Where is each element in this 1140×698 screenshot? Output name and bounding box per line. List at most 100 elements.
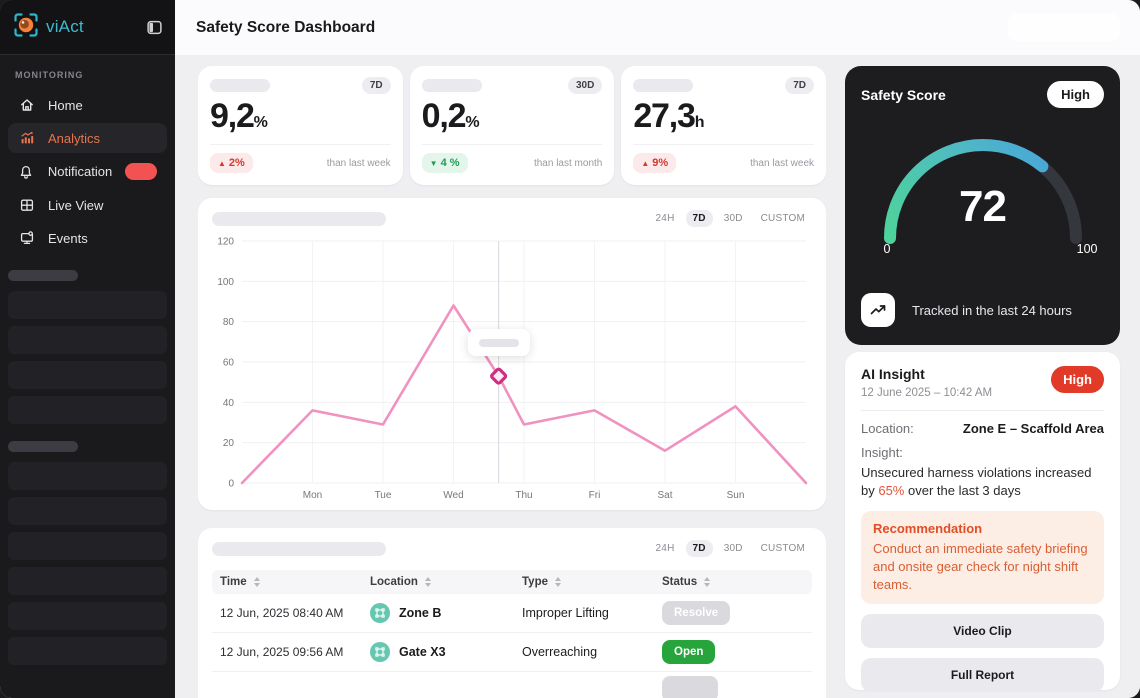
grid-icon — [18, 197, 35, 213]
period-badge[interactable]: 30D — [567, 77, 603, 94]
delta-badge: ▲ 9% — [633, 153, 677, 174]
skeleton-section-label — [8, 270, 78, 281]
tracked-caption: Tracked in the last 24 hours — [912, 302, 1072, 318]
period-badge[interactable]: 7D — [785, 77, 815, 94]
range-tab-custom[interactable]: CUSTOM — [754, 210, 812, 227]
gauge-min-label: 0 — [883, 242, 891, 256]
safety-trend-chart[interactable]: 0 20 40 60 80 100 120 Mon Tue Wed Thu Fri Sat Sun — [212, 233, 812, 510]
bell-icon — [18, 164, 35, 180]
insight-title: AI Insight — [861, 366, 925, 382]
svg-text:60: 60 — [223, 358, 235, 369]
main-area: Safety Score Dashboard 7D 9,2% ▲ 2% than… — [175, 0, 1140, 698]
right-column: Safety Score High 72 0 100 Tracked in th… — [845, 66, 1120, 698]
events-table-card: 24H 7D 30D CUSTOM Time Location Type Sta… — [198, 528, 826, 698]
skeleton-row — [8, 567, 167, 595]
event-type: Overreaching — [522, 645, 598, 659]
range-tab-7d[interactable]: 7D — [685, 210, 713, 227]
score-value: 72 — [959, 182, 1007, 231]
skeleton-row — [8, 532, 167, 560]
trending-up-icon — [861, 293, 895, 327]
app-window: viAct MONITORING Home Analytics Notifica… — [0, 0, 1140, 698]
event-time: 12 Jun, 2025 09:56 AM — [220, 645, 344, 659]
sort-icon[interactable] — [555, 577, 561, 587]
skeleton-row — [8, 637, 167, 665]
sidebar-collapse-icon[interactable] — [146, 19, 163, 36]
left-column: 7D 9,2% ▲ 2% than last week 30D 0,2% ▼ 4… — [198, 66, 826, 698]
recommendation-title: Recommendation — [873, 520, 983, 536]
skeleton-section-label — [8, 441, 78, 452]
svg-text:Fri: Fri — [589, 490, 601, 501]
skeleton-row — [8, 602, 167, 630]
sidebar-item-home[interactable]: Home — [8, 90, 167, 120]
range-tab-30d[interactable]: 30D — [717, 540, 750, 557]
compare-label: than last week — [750, 157, 815, 169]
video-clip-button[interactable]: Video Clip — [861, 614, 1104, 649]
svg-text:40: 40 — [223, 398, 235, 409]
column-header-status[interactable]: Status — [662, 576, 804, 588]
sidebar-item-analytics[interactable]: Analytics — [8, 123, 167, 153]
skeleton-row — [8, 326, 167, 354]
range-tab-custom[interactable]: CUSTOM — [754, 540, 812, 557]
svg-text:80: 80 — [223, 317, 235, 328]
sidebar-header: viAct — [0, 0, 175, 55]
event-location: Zone B — [370, 603, 522, 623]
skeleton-row — [8, 291, 167, 319]
insight-label: Insight: — [861, 445, 903, 460]
kpi-value: 0,2% — [421, 97, 480, 135]
brand-name: viAct — [46, 17, 84, 36]
skeleton-row — [8, 497, 167, 525]
kpi-row: 7D 9,2% ▲ 2% than last week 30D 0,2% ▼ 4… — [198, 66, 826, 185]
skeleton-row — [8, 396, 167, 424]
ai-insight-card: AI Insight 12 June 2025 – 10:42 AM High … — [845, 352, 1120, 693]
home-icon — [18, 97, 35, 113]
sort-icon[interactable] — [704, 577, 711, 587]
column-header-location[interactable]: Location — [370, 576, 522, 588]
severity-badge: High — [1051, 366, 1104, 393]
sidebar-item-label: Home — [48, 97, 83, 113]
table-row[interactable]: 12 Jun, 2025 09:56 AM Gate X3 Overreachi… — [212, 633, 812, 672]
chart-tooltip — [467, 329, 530, 357]
column-header-type[interactable]: Type — [522, 576, 662, 588]
zone-icon — [370, 603, 390, 623]
range-tab-24h[interactable]: 24H — [649, 210, 682, 227]
safety-score-card: Safety Score High 72 0 100 Tracked in th… — [845, 66, 1120, 345]
skeleton-row — [8, 462, 167, 490]
analytics-icon — [18, 130, 35, 146]
location-label: Location: — [861, 421, 914, 436]
period-badge[interactable]: 7D — [361, 77, 391, 94]
table-header: Time Location Type Status — [212, 570, 812, 594]
table-row[interactable]: 12 Jun, 2025 08:40 AM Zone B Improper Li… — [212, 594, 812, 633]
column-header-time[interactable]: Time — [220, 576, 370, 588]
full-report-button[interactable]: Full Report — [861, 658, 1104, 693]
divider — [861, 410, 1104, 411]
page-title: Safety Score Dashboard — [196, 18, 376, 36]
sort-icon[interactable] — [424, 577, 431, 587]
sidebar-item-events[interactable]: Events — [8, 223, 167, 253]
table-row-partial[interactable] — [212, 672, 812, 698]
sidebar-item-label: Analytics — [48, 130, 101, 146]
status-button[interactable]: Resolve — [662, 601, 731, 625]
event-location: Gate X3 — [370, 642, 522, 662]
kpi-card: 30D 0,2% ▼ 4 % than last month — [409, 66, 615, 185]
trend-arrow-icon: ▲ — [218, 158, 226, 168]
range-tab-30d[interactable]: 30D — [717, 210, 750, 227]
svg-text:120: 120 — [217, 237, 234, 248]
svg-text:100: 100 — [217, 277, 234, 288]
content: 7D 9,2% ▲ 2% than last week 30D 0,2% ▼ 4… — [175, 55, 1140, 698]
status-button[interactable] — [662, 675, 718, 698]
chart-title-skeleton — [212, 211, 386, 226]
sidebar-item-notification[interactable]: Notification — [8, 156, 167, 187]
compare-label: than last month — [533, 157, 603, 169]
range-tab-7d[interactable]: 7D — [685, 540, 713, 557]
score-level-badge: High — [1047, 81, 1104, 108]
sidebar-item-live-view[interactable]: Live View — [8, 190, 167, 220]
insight-highlight: 65% — [878, 482, 905, 498]
sort-icon[interactable] — [253, 577, 260, 587]
status-button[interactable]: Open — [662, 640, 716, 664]
trend-arrow-icon: ▲ — [641, 158, 650, 168]
kpi-unit: h — [694, 114, 705, 131]
sidebar-nav: MONITORING Home Analytics Notification L… — [0, 55, 175, 672]
skeleton-row — [8, 361, 167, 389]
zone-icon — [370, 642, 390, 662]
range-tab-24h[interactable]: 24H — [649, 540, 682, 557]
